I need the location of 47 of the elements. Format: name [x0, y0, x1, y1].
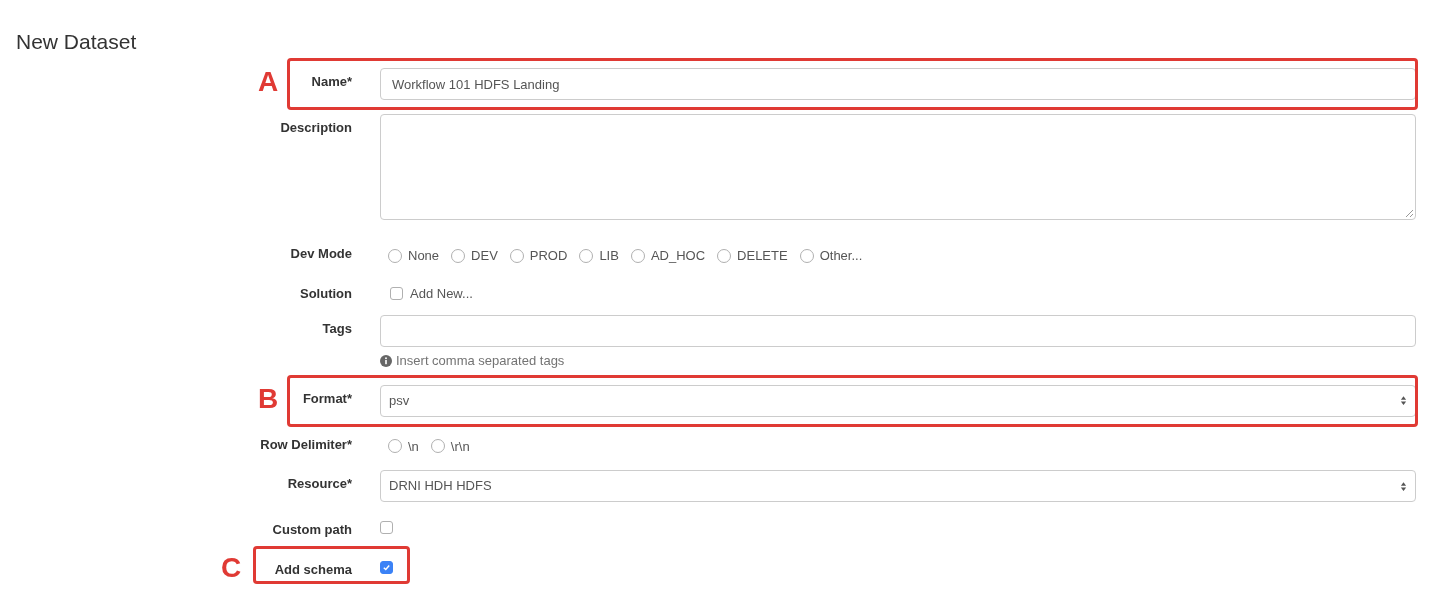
radio-label: LIB — [599, 247, 619, 265]
radio-label: DELETE — [737, 247, 788, 265]
checkbox[interactable] — [390, 286, 403, 300]
radio-label: PROD — [529, 247, 568, 265]
field-label: Format* — [302, 391, 352, 405]
radio-label: Other... — [819, 247, 863, 265]
checkmark-icon — [382, 562, 391, 572]
radio-label: DEV — [471, 247, 498, 265]
sort-arrows-icon — [1400, 395, 1407, 406]
resize-handle-icon — [1405, 209, 1413, 217]
field-label: Custom path — [272, 523, 352, 536]
checkbox[interactable] — [380, 520, 393, 534]
callout-letter: C — [221, 554, 242, 582]
field-label: Solution — [300, 286, 352, 300]
radio-label: AD_HOC — [650, 247, 706, 265]
radio-button[interactable] — [579, 248, 594, 263]
field-label: Add schema — [274, 563, 352, 576]
callout-letter: B — [258, 384, 279, 413]
select-field[interactable]: DRNI HDH HDFS — [380, 470, 1416, 502]
field-label: Dev Mode — [290, 247, 352, 260]
page-title: New Dataset — [15, 29, 138, 55]
help-text: Insert comma separated tags — [396, 352, 565, 370]
radio-label: None — [408, 247, 440, 265]
radio-button[interactable] — [799, 248, 814, 263]
field-label: Resource* — [287, 477, 352, 490]
checkbox[interactable] — [380, 560, 393, 574]
callout-letter: A — [258, 68, 279, 96]
radio-button[interactable] — [388, 439, 402, 454]
text-area[interactable] — [380, 114, 1416, 220]
field-label: Row Delimiter* — [260, 437, 352, 451]
radio-button[interactable] — [630, 248, 645, 263]
field-label: Name* — [311, 75, 352, 88]
text-field[interactable] — [380, 315, 1416, 347]
info-icon — [380, 354, 392, 367]
checkbox-label: Add New... — [410, 284, 473, 303]
text-field[interactable]: Workflow 101 HDFS Landing — [380, 68, 1416, 100]
radio-button[interactable] — [717, 248, 732, 263]
radio-button[interactable] — [430, 439, 445, 454]
field-label: Description — [280, 121, 352, 134]
radio-label: \r\n — [450, 437, 470, 456]
select-field[interactable]: psv — [380, 384, 1416, 417]
radio-button[interactable] — [388, 248, 402, 263]
field-label: Tags — [322, 322, 352, 335]
radio-label: \n — [408, 437, 419, 456]
radio-button[interactable] — [509, 248, 524, 263]
sort-arrows-icon — [1400, 480, 1407, 492]
radio-button[interactable] — [451, 248, 466, 263]
